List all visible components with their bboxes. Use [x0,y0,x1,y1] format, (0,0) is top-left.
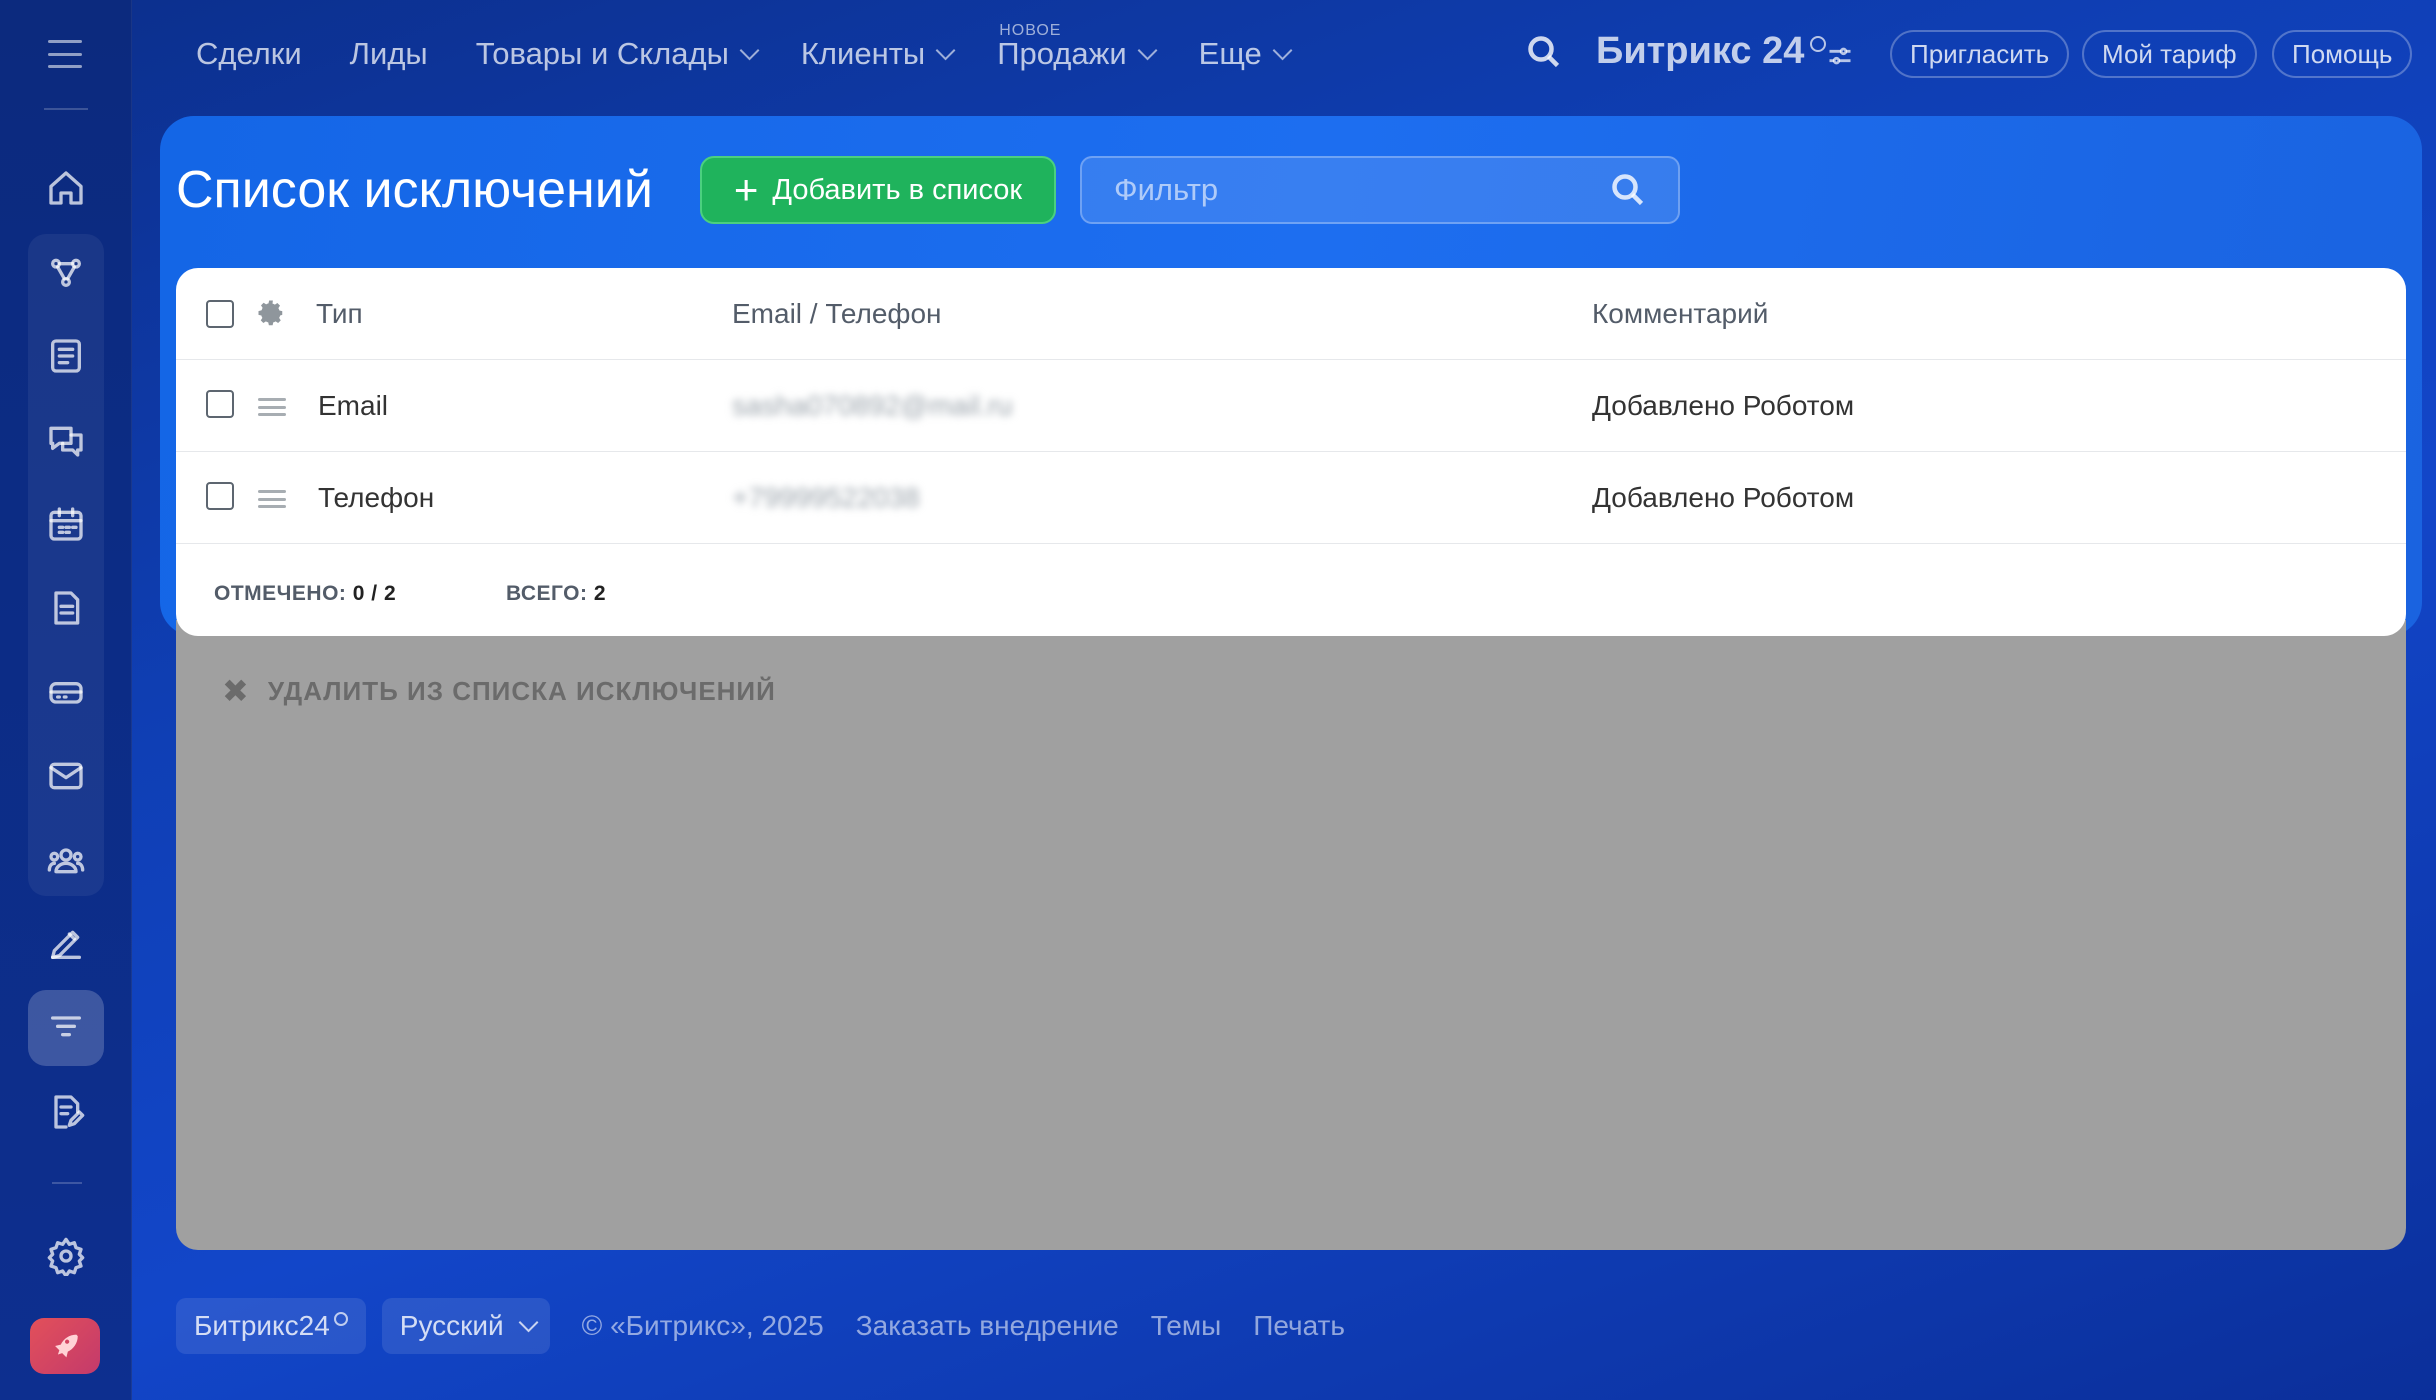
nav-leads[interactable]: Лиды [350,36,428,72]
column-contact[interactable]: Email / Телефон [732,298,942,330]
themes-link[interactable]: Темы [1151,1310,1221,1342]
row-type: Email [318,390,389,421]
column-comment[interactable]: Комментарий [1592,298,1768,330]
language-select[interactable]: Русский [381,1298,550,1354]
nav-deals[interactable]: Сделки [196,36,302,72]
clock-icon [333,1312,348,1326]
drag-handle-icon[interactable] [258,490,286,508]
chevron-down-icon [739,40,760,61]
copyright: © «Битрикс», 2025 [581,1310,824,1341]
search-icon[interactable] [1526,34,1566,74]
invite-button[interactable]: Пригласить [1890,30,2070,78]
row-value: sasha070892@mail.ru [732,390,1013,421]
clock-icon [1810,36,1827,52]
nav-more[interactable]: Еще [1199,36,1293,72]
chevron-down-icon [1137,40,1158,61]
add-to-list-button[interactable]: + Добавить в список [700,156,1056,224]
mail-icon[interactable] [28,738,104,814]
menu-icon[interactable] [48,40,82,68]
crm-icon[interactable] [28,234,104,310]
row-comment: Добавлено Роботом [1592,482,1855,513]
content-overlay [176,620,2406,1250]
total-count: ВСЕГО: 2 [506,582,607,605]
rocket-icon[interactable] [30,1318,100,1374]
drag-handle-icon[interactable] [258,398,286,416]
contacts-icon[interactable] [28,822,104,898]
help-button[interactable]: Помощь [2272,30,2413,78]
brand-logo: Битрикс 24 [1596,30,1827,73]
gear-icon[interactable] [256,298,286,328]
row-checkbox[interactable] [206,482,234,510]
tariff-button[interactable]: Мой тариф [2082,30,2257,78]
table-row[interactable]: Телефон +79999522038 Добавлено Роботом [176,452,2406,544]
close-icon: ✖ [222,673,250,709]
column-type[interactable]: Тип [316,298,363,330]
remove-from-list-button[interactable]: ✖ УДАЛИТЬ ИЗ СПИСКА ИСКЛЮЧЕНИЙ [222,672,776,710]
exclusion-table: Тип Email / Телефон Комментарий Email sa… [176,268,2406,636]
chat-icon[interactable] [28,402,104,478]
settings-icon[interactable] [28,1218,104,1294]
pen-icon[interactable] [28,906,104,982]
row-comment: Добавлено Роботом [1592,390,1855,421]
nav-clients[interactable]: Клиенты [801,36,956,72]
home-icon[interactable] [28,150,104,226]
nav-products[interactable]: Товары и Склады [476,36,760,72]
print-link[interactable]: Печать [1253,1310,1345,1342]
file-icon[interactable] [28,570,104,646]
sliders-icon[interactable] [1826,42,1854,70]
selected-count: ОТМЕЧЕНО: 0 / 2 [214,582,397,605]
nav-sales[interactable]: НОВОЕ Продажи [997,22,1158,72]
left-sidebar [0,0,132,1400]
page-footer: Битрикс24 Русский © «Битрикс», 2025 Зака… [176,1298,1361,1354]
table-row[interactable]: Email sasha070892@mail.ru Добавлено Робо… [176,360,2406,452]
footer-brand[interactable]: Битрикс24 [176,1298,366,1354]
top-nav: Сделки Лиды Товары и Склады Клиенты НОВО… [196,22,1334,80]
filter-input[interactable]: Фильтр [1080,156,1680,224]
sidebar-divider [44,108,88,110]
search-icon[interactable] [1610,172,1648,210]
row-checkbox[interactable] [206,390,234,418]
order-link[interactable]: Заказать внедрение [856,1310,1119,1342]
row-type: Телефон [318,482,435,513]
row-value: +79999522038 [732,482,920,513]
chevron-down-icon [518,1312,539,1333]
page-title: Список исключений [176,161,653,219]
chevron-down-icon [935,40,956,61]
table-footer: ОТМЕЧЕНО: 0 / 2 ВСЕГО: 2 [176,544,2406,636]
form-edit-icon[interactable] [28,1074,104,1150]
select-all-checkbox[interactable] [206,300,234,328]
calendar-icon[interactable] [28,486,104,562]
table-header: Тип Email / Телефон Комментарий [176,268,2406,360]
chevron-down-icon [1272,40,1293,61]
document-list-icon[interactable] [28,318,104,394]
new-badge: НОВОЕ [999,22,1062,39]
drive-icon[interactable] [28,654,104,730]
sidebar-divider [52,1182,82,1184]
plus-icon: + [733,166,759,213]
filter-list-icon[interactable] [28,990,104,1066]
